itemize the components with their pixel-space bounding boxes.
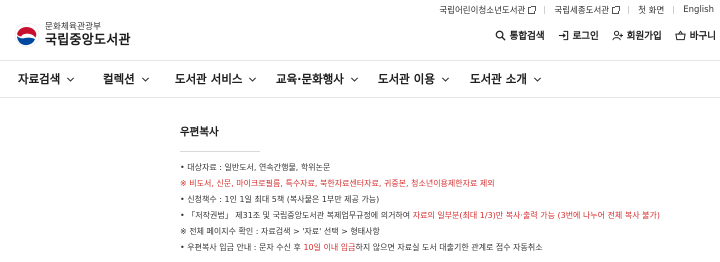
nav-item-label: 컬렉션 [103, 72, 135, 86]
payment-text-end: 하지 않으면 자료실 도서 대출기한 관계로 접수 자동취소 [355, 243, 543, 252]
basket-button[interactable]: 바구니 [675, 28, 716, 42]
notice-copyright: • 「저작권법」 제31조 및 국립중앙도서관 복제업무규정에 의거하여 자료의… [180, 208, 710, 224]
login-button[interactable]: 로그인 [558, 28, 599, 42]
ministry-name: 문화체육관광부 [45, 22, 102, 32]
payment-deadline: 10일 이내 입금 [303, 243, 356, 252]
divider [544, 6, 546, 14]
notice-page-count: ※ 전체 페이지수 확인 : 자료검색 > '자료' 선택 > 형태사항 [180, 227, 380, 236]
notice-target-materials: • 대상자료 : 일반도서, 연속간행물, 학위논문 [180, 163, 331, 172]
copyright-limit-text: 자료의 일부분(최대 1/3)만 복사·출력 가능 (3번에 나누어 전체 복사… [412, 211, 660, 220]
home-link[interactable]: 첫 화면 [638, 4, 664, 16]
chevron-down-icon [67, 76, 75, 82]
chevron-down-icon [141, 76, 149, 82]
postal-copy-section: 우편복사 • 대상자료 : 일반도서, 연속간행물, 학위논문 ※ 비도서, 신… [180, 124, 710, 256]
nav-item-label: 도서관 이용 [378, 72, 435, 86]
taegeuk-emblem-icon [14, 22, 40, 48]
search-icon [495, 30, 506, 41]
chevron-down-icon [249, 76, 257, 82]
nav-item-education-events[interactable]: 교육·문화행사 [276, 61, 359, 97]
basket-label: 바구니 [689, 31, 716, 42]
integrated-search-label: 통합검색 [509, 31, 545, 42]
payment-text: • 우편복사 입금 안내 : 문자 수신 후 [180, 243, 304, 252]
home-label: 첫 화면 [638, 6, 665, 16]
notice-payment: • 우편복사 입금 안내 : 문자 수신 후 10일 이내 입금하지 않으면 자… [180, 240, 710, 256]
user-add-icon [612, 30, 623, 40]
main-navigation: 자료검색 컬렉션 도서관 서비스 교육·문화행사 도서관 이용 도서관 소개 [0, 60, 720, 98]
copyright-text: • 「저작권법」 제31조 및 국립중앙도서관 복제업무규정에 의거하여 [180, 211, 413, 220]
nav-item-library-services[interactable]: 도서관 서비스 [175, 61, 257, 97]
site-logo[interactable]: 문화체육관광부 국립중앙도서관 [14, 22, 131, 48]
logo-text: 문화체육관광부 국립중앙도서관 [45, 22, 131, 48]
english-link[interactable]: English [683, 5, 714, 15]
nav-item-collection[interactable]: 컬렉션 [103, 61, 150, 97]
chevron-down-icon [350, 76, 358, 82]
external-link-icon [528, 5, 537, 14]
signup-label: 회원가입 [626, 31, 662, 42]
divider [673, 6, 675, 14]
integrated-search-button[interactable]: 통합검색 [495, 28, 545, 42]
nav-item-catalog-search[interactable]: 자료검색 [18, 61, 75, 97]
library-name: 국립중앙도서관 [45, 33, 131, 48]
notice-excluded-materials: ※ 비도서, 신문, 마이크로필름, 특수자료, 북한자료센터자료, 귀중본, … [180, 179, 495, 188]
kids-library-link[interactable]: 국립어린이청소년도서관 [439, 4, 537, 16]
notice-list: • 대상자료 : 일반도서, 연속간행물, 학위논문 ※ 비도서, 신문, 마이… [180, 160, 710, 256]
basket-icon [675, 30, 686, 40]
page-title: 우편복사 [180, 126, 219, 138]
chevron-down-icon [533, 76, 541, 82]
notice-request-limit: • 신청책수 : 1인 1일 최대 5책 (복사물은 1부만 제공 가능) [180, 195, 380, 204]
nav-item-about[interactable]: 도서관 소개 [470, 61, 542, 97]
nav-item-label: 도서관 서비스 [175, 72, 243, 86]
header-actions: 통합검색 로그인 회원가입 바구니 [495, 28, 716, 42]
title-divider [180, 151, 260, 152]
nav-item-label: 교육·문화행사 [276, 72, 344, 86]
sejong-library-label: 국립세종도서관 [554, 6, 610, 16]
login-icon [558, 30, 568, 40]
login-label: 로그인 [572, 31, 599, 42]
divider [628, 6, 630, 14]
nav-item-label: 자료검색 [18, 72, 61, 86]
nav-item-label: 도서관 소개 [470, 72, 527, 86]
kids-library-label: 국립어린이청소년도서관 [439, 6, 526, 16]
sejong-library-link[interactable]: 국립세종도서관 [554, 4, 621, 16]
english-label: English [683, 5, 714, 15]
external-link-icon [612, 5, 621, 14]
chevron-down-icon [441, 76, 449, 82]
utility-bar: 국립어린이청소년도서관 국립세종도서관 첫 화면 English [439, 3, 714, 17]
nav-item-library-use[interactable]: 도서관 이용 [378, 61, 450, 97]
signup-button[interactable]: 회원가입 [612, 28, 662, 42]
